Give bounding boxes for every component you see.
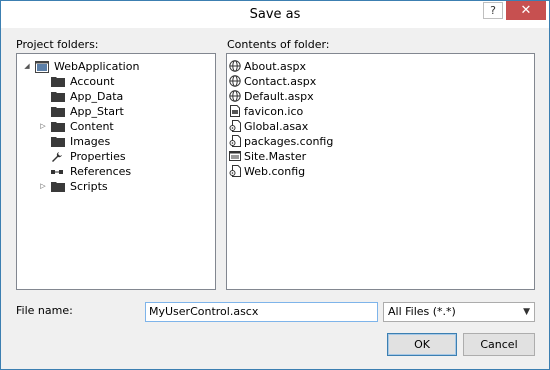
wrench-icon bbox=[51, 151, 65, 162]
file-list-item[interactable]: Default.aspx bbox=[229, 89, 529, 104]
file-name-label: File name: bbox=[16, 304, 73, 317]
file-list-item[interactable]: Global.asax bbox=[229, 119, 529, 134]
title-bar: Save as ? ✕ bbox=[1, 1, 549, 28]
config-file-icon bbox=[229, 120, 241, 132]
file-list-item-label: Global.asax bbox=[244, 120, 309, 133]
file-list-item-label: Site.Master bbox=[244, 150, 307, 163]
ok-button[interactable]: OK bbox=[387, 333, 457, 356]
file-type-select[interactable]: All Files (*.*) ▼ bbox=[383, 302, 535, 322]
project-folders-label: Project folders: bbox=[16, 38, 99, 51]
tree-item-label: App_Data bbox=[70, 90, 124, 103]
file-list-item-label: Default.aspx bbox=[244, 90, 314, 103]
image-file-icon bbox=[229, 105, 241, 117]
config-file-icon bbox=[229, 165, 241, 177]
tree-item-label: Content bbox=[70, 120, 114, 133]
close-button[interactable]: ✕ bbox=[506, 1, 546, 20]
save-as-dialog: Save as ? ✕ Project folders: Contents of… bbox=[0, 0, 550, 370]
tree-item[interactable]: Properties bbox=[17, 149, 215, 164]
tree-item[interactable]: App_Start bbox=[17, 104, 215, 119]
tree-item[interactable]: ▷ Scripts bbox=[17, 179, 215, 194]
contents-of-folder-list[interactable]: About.aspx Contact.aspx Default.aspx favico… bbox=[226, 53, 535, 290]
file-list-item[interactable]: packages.config bbox=[229, 134, 529, 149]
config-file-icon bbox=[229, 135, 241, 147]
file-list-item[interactable]: Web.config bbox=[229, 164, 529, 179]
tree-item[interactable]: ▷ Content bbox=[17, 119, 215, 134]
help-button[interactable]: ? bbox=[483, 2, 503, 19]
references-icon bbox=[51, 166, 65, 177]
folder-icon bbox=[51, 106, 65, 117]
web-page-icon bbox=[229, 75, 241, 87]
collapse-arrow-icon[interactable]: ◢ bbox=[23, 59, 31, 74]
file-type-value: All Files (*.*) bbox=[388, 305, 456, 318]
file-list-item[interactable]: About.aspx bbox=[229, 59, 529, 74]
folder-icon bbox=[51, 76, 65, 87]
file-list-item[interactable]: Contact.aspx bbox=[229, 74, 529, 89]
tree-item-label: Images bbox=[70, 135, 111, 148]
cancel-button[interactable]: Cancel bbox=[463, 333, 535, 356]
expand-arrow-icon[interactable]: ▷ bbox=[39, 119, 47, 134]
master-page-icon bbox=[229, 150, 241, 162]
tree-item[interactable]: ◢ WebApplication bbox=[17, 59, 215, 74]
tree-item-label: App_Start bbox=[70, 105, 124, 118]
tree-item-label: WebApplication bbox=[54, 60, 140, 73]
tree-item-label: Scripts bbox=[70, 180, 108, 193]
folder-icon bbox=[51, 136, 65, 147]
file-list-item-label: Contact.aspx bbox=[244, 75, 317, 88]
expand-arrow-icon[interactable]: ▷ bbox=[39, 179, 47, 194]
project-folders-tree[interactable]: ◢ WebApplication Account App_Data App_Start ▷… bbox=[16, 53, 216, 290]
folder-icon bbox=[51, 181, 65, 192]
tree-item-label: Properties bbox=[70, 150, 126, 163]
web-page-icon bbox=[229, 90, 241, 102]
folder-icon bbox=[51, 121, 65, 132]
tree-item-label: References bbox=[70, 165, 132, 178]
file-name-value: MyUserControl.ascx bbox=[149, 305, 259, 318]
file-list-item-label: packages.config bbox=[244, 135, 334, 148]
file-list-item-label: About.aspx bbox=[244, 60, 306, 73]
file-name-input[interactable]: MyUserControl.ascx bbox=[145, 302, 378, 322]
file-list-item[interactable]: favicon.ico bbox=[229, 104, 529, 119]
web-page-icon bbox=[229, 60, 241, 72]
folder-icon bbox=[51, 91, 65, 102]
file-list-item[interactable]: Site.Master bbox=[229, 149, 529, 164]
dialog-title: Save as bbox=[249, 7, 301, 22]
chevron-down-icon: ▼ bbox=[523, 307, 530, 317]
tree-item[interactable]: Account bbox=[17, 74, 215, 89]
tree-item[interactable]: Images bbox=[17, 134, 215, 149]
contents-of-folder-label: Contents of folder: bbox=[227, 38, 330, 51]
file-list-item-label: favicon.ico bbox=[244, 105, 304, 118]
tree-item[interactable]: References bbox=[17, 164, 215, 179]
file-list-item-label: Web.config bbox=[244, 165, 306, 178]
project-icon bbox=[35, 61, 49, 73]
tree-item-label: Account bbox=[70, 75, 115, 88]
tree-item[interactable]: App_Data bbox=[17, 89, 215, 104]
